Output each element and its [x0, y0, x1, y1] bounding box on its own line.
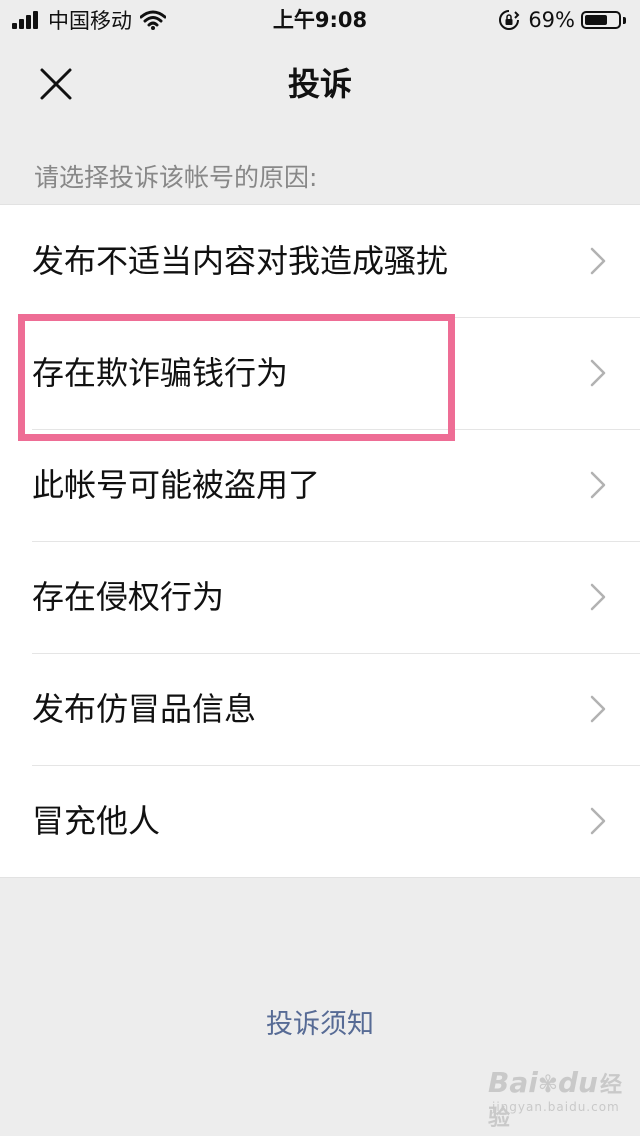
- baidu-jingyan-watermark: Bai✾du经验 jingyan.baidu.com: [488, 1066, 624, 1131]
- page-title: 投诉: [287, 65, 352, 103]
- battery-level: [585, 15, 608, 25]
- chevron-right-icon: [590, 583, 606, 611]
- reason-item-harassment[interactable]: 发布不适当内容对我造成骚扰: [0, 205, 640, 317]
- chevron-right-icon: [590, 247, 606, 275]
- reason-label: 发布不适当内容对我造成骚扰: [32, 242, 449, 280]
- chevron-right-icon: [590, 695, 606, 723]
- reason-label: 发布仿冒品信息: [32, 690, 257, 728]
- paw-icon: ✾: [537, 1070, 558, 1098]
- reason-item-infringement[interactable]: 存在侵权行为: [0, 541, 640, 653]
- reason-label: 此帐号可能被盗用了: [32, 466, 321, 504]
- reason-item-fraud[interactable]: 存在欺诈骗钱行为: [0, 317, 640, 429]
- section-hint: 请选择投诉该帐号的原因:: [34, 163, 318, 192]
- complaint-notice-link[interactable]: 投诉须知: [0, 1002, 640, 1041]
- status-right: 69%: [498, 7, 626, 33]
- reason-item-counterfeit[interactable]: 发布仿冒品信息: [0, 653, 640, 765]
- battery-tip: [623, 16, 626, 24]
- battery-percent: 69%: [528, 8, 575, 32]
- chevron-right-icon: [590, 807, 606, 835]
- status-bar: 中国移动 上午9:08 69%: [0, 0, 640, 40]
- battery-icon: [581, 11, 621, 29]
- reason-label: 存在欺诈骗钱行为: [32, 354, 289, 392]
- reason-label: 存在侵权行为: [32, 578, 225, 616]
- chevron-right-icon: [590, 359, 606, 387]
- rotation-lock-icon: [499, 10, 520, 30]
- reason-item-impersonation[interactable]: 冒充他人: [0, 765, 640, 877]
- nav-bar: 投诉: [0, 40, 640, 128]
- reason-list: 发布不适当内容对我造成骚扰 存在欺诈骗钱行为 此帐号可能被盗用了 存在侵权行为 …: [0, 204, 640, 878]
- chevron-right-icon: [590, 471, 606, 499]
- watermark-logo: Bai✾du经验: [488, 1066, 624, 1132]
- watermark-domain: jingyan.baidu.com: [492, 1100, 620, 1114]
- watermark-brand-suffix: du: [557, 1066, 598, 1099]
- reason-label: 冒充他人: [32, 802, 161, 840]
- reason-item-stolen-account[interactable]: 此帐号可能被盗用了: [0, 429, 640, 541]
- watermark-brand: Bai: [488, 1066, 538, 1099]
